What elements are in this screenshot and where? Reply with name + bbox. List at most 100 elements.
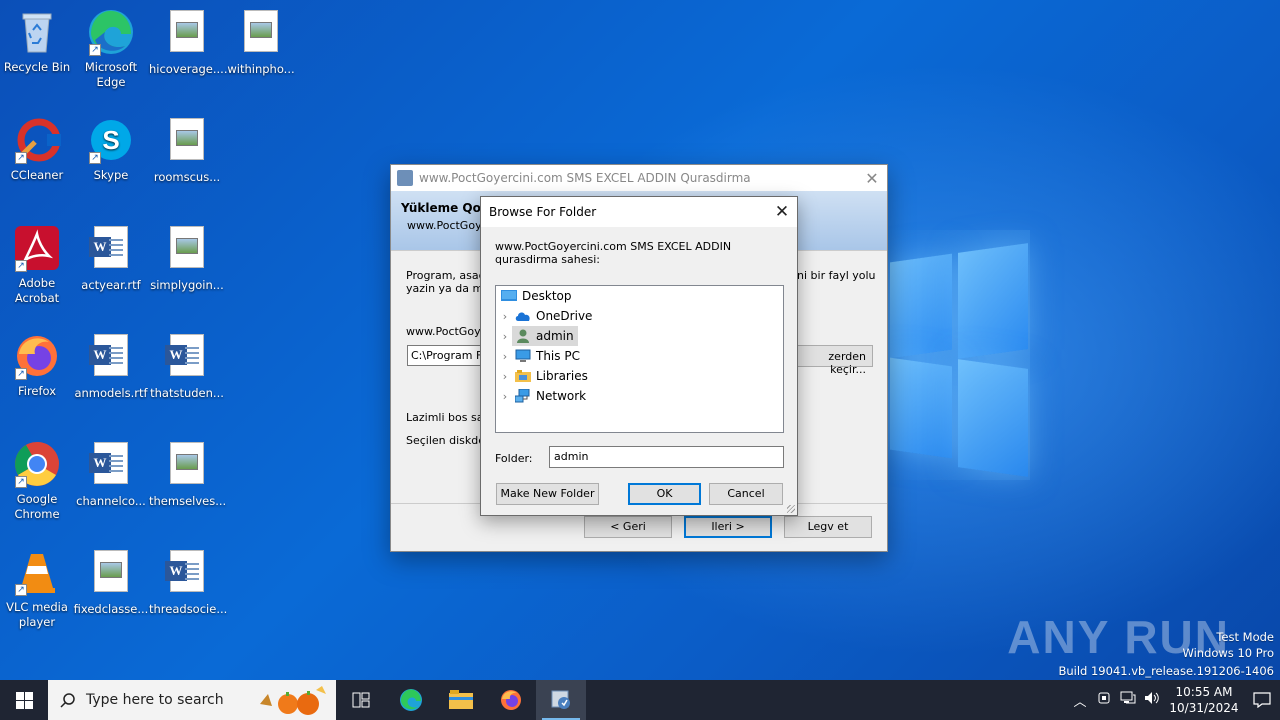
notification-button[interactable] <box>1244 692 1280 708</box>
search-icon <box>60 693 75 708</box>
installer-header-subtitle: www.PoctGoye <box>407 219 489 232</box>
desktop-icon-threadsocie[interactable]: W threadsocie... <box>149 548 228 617</box>
vlc-icon: ↗ <box>13 548 61 596</box>
desktop-icon-label: threadsocie... <box>149 602 228 616</box>
browse-dialog-description: www.PoctGoyercini.com SMS EXCEL ADDIN qu… <box>495 240 732 266</box>
browse-dialog-titlebar[interactable]: Browse For Folder ✕ <box>481 197 797 227</box>
chevron-right-icon[interactable]: › <box>498 350 512 363</box>
clock[interactable]: 10:55 AM 10/31/2024 <box>1164 684 1244 716</box>
desktop-icon-microsoft-edge[interactable]: ↗ Microsoft Edge <box>73 8 149 90</box>
watermark-edition: Windows 10 Pro <box>1182 646 1274 660</box>
desktop-icon-thatstuden[interactable]: W thatstuden... <box>149 332 225 401</box>
chevron-right-icon[interactable]: › <box>498 330 512 343</box>
desktop-icon-fixedclasse[interactable]: fixedclasse... <box>73 548 149 617</box>
desktop-icon-google-chrome[interactable]: ↗ Google Chrome <box>0 440 75 522</box>
start-button[interactable] <box>0 680 48 720</box>
installer-folder-label: www.PoctGoye <box>406 325 488 338</box>
chevron-up-icon[interactable]: ︿ <box>1068 691 1092 710</box>
desktop-icon-withinpho[interactable]: withinpho... <box>223 8 299 77</box>
desktop-icon-channelco[interactable]: W channelco... <box>73 440 149 509</box>
close-icon[interactable]: ✕ <box>767 202 797 222</box>
word-document-icon: W <box>87 334 135 382</box>
cloud-icon <box>515 312 530 321</box>
desktop-icon-themselves[interactable]: themselves... <box>149 440 227 509</box>
chevron-right-icon[interactable]: › <box>498 370 512 383</box>
ccleaner-icon: ↗ <box>13 116 61 164</box>
taskbar-edge-button[interactable] <box>386 680 436 720</box>
taskbar-file-explorer-button[interactable] <box>436 680 486 720</box>
chevron-right-icon[interactable]: › <box>498 310 512 323</box>
desktop-icon-hicoverage[interactable]: hicoverage.... <box>149 8 228 77</box>
desktop-icon-label: Recycle Bin <box>3 60 71 74</box>
tree-item-admin[interactable]: › admin <box>498 326 578 346</box>
svg-text:S: S <box>102 125 119 155</box>
desktop-icon-label: CCleaner <box>10 168 64 182</box>
desktop-icon-label: Firefox <box>17 384 57 398</box>
tree-item-label: Libraries <box>536 369 588 383</box>
taskbar-search-box[interactable]: Type here to search <box>48 680 336 720</box>
desktop-icon-vlc[interactable]: ↗ VLC media player <box>0 548 75 630</box>
resize-grip-icon[interactable] <box>787 505 795 513</box>
chevron-right-icon[interactable]: › <box>498 390 512 403</box>
installer-intro-text: Program, asagi <box>406 269 489 282</box>
desktop-icon <box>501 290 517 301</box>
browse-for-folder-dialog: Browse For Folder ✕ www.PoctGoyercini.co… <box>480 196 798 516</box>
cancel-button[interactable]: Cancel <box>709 483 783 505</box>
back-button[interactable]: < Geri <box>584 516 672 538</box>
desktop-icon-anmodels[interactable]: W anmodels.rtf <box>73 332 149 401</box>
windows-icon <box>15 691 33 709</box>
ok-button[interactable]: OK <box>628 483 701 505</box>
installer-title: www.PoctGoyercini.com SMS EXCEL ADDIN Qu… <box>419 171 751 185</box>
desktop-icon-recycle-bin[interactable]: Recycle Bin <box>0 8 75 75</box>
installer-titlebar[interactable]: www.PoctGoyercini.com SMS EXCEL ADDIN Qu… <box>391 165 887 191</box>
installer-path-input[interactable]: C:\Program File <box>407 345 485 366</box>
library-icon <box>515 370 531 382</box>
edge-icon: ↗ <box>87 8 135 56</box>
desktop-icon-adobe-acrobat[interactable]: ↗ Adobe Acrobat <box>0 224 75 306</box>
desktop-icon-actyear[interactable]: W actyear.rtf <box>73 224 149 293</box>
taskbar-installer-button[interactable] <box>536 680 586 720</box>
task-view-button[interactable] <box>336 680 386 720</box>
desktop-icon-roomscus[interactable]: roomscus... <box>149 116 225 185</box>
installer-app-icon <box>397 170 413 186</box>
desktop-icon-label: themselves... <box>149 494 227 508</box>
firefox-icon <box>501 690 521 710</box>
clock-time: 10:55 AM <box>1175 685 1233 699</box>
desktop-icon-label: Microsoft Edge <box>84 60 138 89</box>
tree-item-this-pc[interactable]: › This PC <box>498 346 580 366</box>
tree-item-network[interactable]: › Network <box>498 386 586 406</box>
close-icon[interactable]: ✕ <box>857 169 887 188</box>
device-icon[interactable] <box>1092 691 1116 709</box>
folder-tree[interactable]: Desktop › OneDrive › admin › This PC › L… <box>495 285 784 433</box>
installer-space-available: Seçilen diskde i <box>406 434 492 447</box>
recycle-bin-icon <box>13 8 61 56</box>
tree-item-libraries[interactable]: › Libraries <box>498 366 588 386</box>
installer-browse-button[interactable]: zerden keçir... <box>793 345 873 376</box>
tree-item-label: OneDrive <box>536 309 593 323</box>
taskbar-firefox-button[interactable] <box>486 680 536 720</box>
make-new-folder-button[interactable]: Make New Folder <box>496 483 599 505</box>
image-file-icon <box>163 118 211 166</box>
word-document-icon: W <box>163 334 211 382</box>
tree-item-onedrive[interactable]: › OneDrive <box>498 306 593 326</box>
desktop-icon-label: withinpho... <box>227 62 295 76</box>
firefox-icon: ↗ <box>13 332 61 380</box>
desktop-icon-ccleaner[interactable]: ↗ CCleaner <box>0 116 75 183</box>
next-button[interactable]: Ileri > <box>684 516 772 538</box>
cancel-install-button[interactable]: Legv et <box>784 516 872 538</box>
tree-item-desktop[interactable]: Desktop <box>498 286 572 306</box>
image-file-icon <box>163 226 211 274</box>
image-file-icon <box>163 442 211 490</box>
wallpaper-logo-pane <box>958 243 1028 359</box>
desktop-icon-label: actyear.rtf <box>81 278 141 292</box>
desktop-icon-skype[interactable]: S ↗ Skype <box>73 116 149 183</box>
desktop-icon-simplygoin[interactable]: simplygoin... <box>149 224 225 293</box>
tree-item-label: Network <box>536 389 587 403</box>
pumpkin-icon <box>260 686 326 715</box>
volume-icon[interactable] <box>1140 691 1164 709</box>
folder-input[interactable]: admin <box>549 446 784 468</box>
network-icon[interactable] <box>1116 691 1140 709</box>
browse-dialog-title: Browse For Folder <box>489 205 597 219</box>
desktop-icon-firefox[interactable]: ↗ Firefox <box>0 332 75 399</box>
word-document-icon: W <box>163 550 211 598</box>
